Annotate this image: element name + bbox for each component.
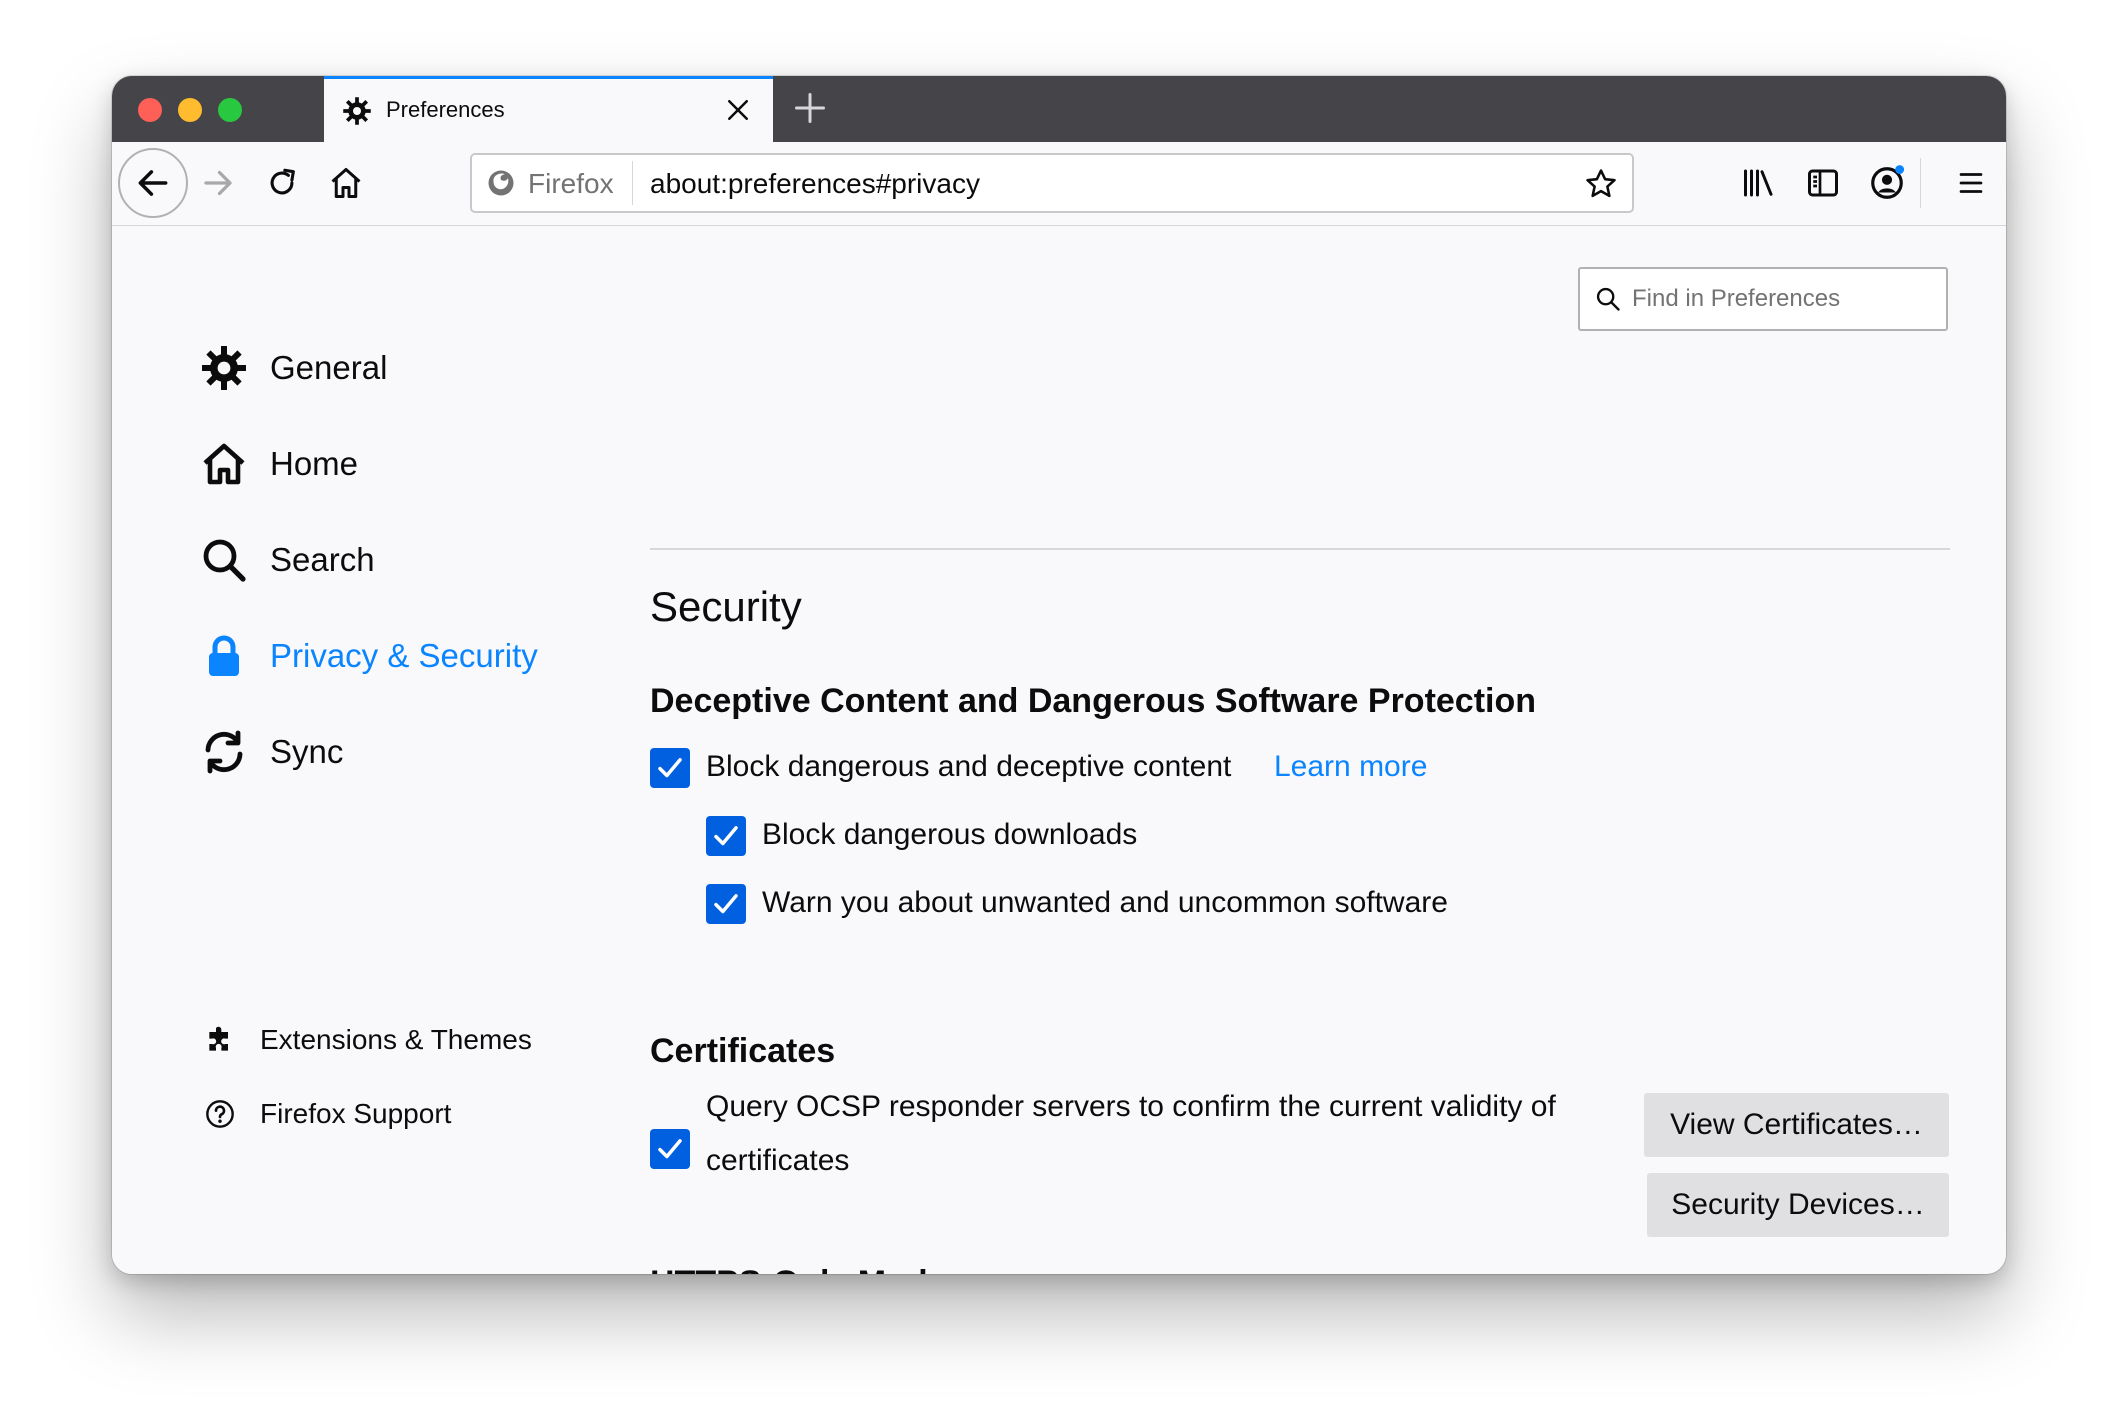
library-icon [1744,169,1773,197]
browser-window: Preferences Firefox about:preferences#pr… [112,76,2006,1274]
minimize-window-button[interactable] [178,98,202,122]
section-title: Security [650,583,802,630]
gear-icon [343,97,371,125]
help-icon [206,1100,234,1128]
ocsp-label: Query OCSP responder servers to confirm … [706,1090,1556,1177]
search-icon [1596,287,1620,311]
sidebar-item-home[interactable]: Home [200,434,358,494]
sidebar-item-search[interactable]: Search [200,530,375,590]
back-arrow-icon [138,170,168,196]
sidebar-button[interactable] [1802,162,1844,204]
sidebar-item-label: Privacy & Security [270,637,538,674]
security-devices-button[interactable]: Security Devices… [1647,1173,1949,1237]
sidebar-item-privacy-security[interactable]: Privacy & Security [200,626,538,686]
find-in-preferences[interactable] [1578,267,1948,331]
account-button[interactable] [1866,162,1908,204]
footer-link-label: Extensions & Themes [260,1024,532,1055]
search-icon [203,539,246,582]
puzzle-icon [209,1026,228,1051]
url-separator [632,161,633,205]
close-icon[interactable] [723,95,753,125]
firefox-identity-icon [488,170,514,196]
forward-arrow-icon [204,170,232,196]
close-window-button[interactable] [138,98,162,122]
view-certificates-button[interactable]: View Certificates… [1644,1093,1949,1157]
sync-icon [205,730,243,774]
sidebar-item-general[interactable]: General [200,338,387,398]
https-only-heading: HTTPS-Only Mode [650,1266,947,1274]
checkmark-icon [714,894,738,914]
new-tab-icon[interactable] [792,90,828,126]
checkmark-icon [714,826,738,846]
section-divider [650,548,1950,550]
learn-more-link[interactable]: Learn more [1274,750,1427,784]
toolbar-separator [1920,158,1921,208]
warn-unwanted-software-label: Warn you about unwanted and uncommon sof… [762,886,1448,919]
back-button[interactable] [118,148,188,218]
block-dangerous-downloads-label: Block dangerous downloads [762,818,1138,851]
ocsp-checkbox[interactable] [650,1129,690,1169]
identity-label: Firefox [528,168,614,199]
reload-icon [270,168,295,195]
sidebar-item-label: Search [270,541,375,578]
checkmark-icon [658,1139,682,1159]
warn-unwanted-software-checkbox[interactable] [706,884,746,924]
tab-preferences[interactable]: Preferences [324,76,773,142]
checkmark-icon [658,758,682,778]
gear-icon [202,346,246,390]
tab-title: Preferences [386,97,505,122]
block-dangerous-downloads-checkbox[interactable] [706,816,746,856]
lock-icon [209,635,239,676]
sidebar-item-sync[interactable]: Sync [200,722,343,782]
search-input[interactable] [1632,279,1932,319]
sidebar-item-label: Sync [270,733,344,770]
home-icon [331,168,361,198]
sidebar-item-label: Home [270,445,359,482]
home-icon [203,443,245,485]
sidebar-item-label: General [270,349,388,386]
firefox-support-link[interactable]: Firefox Support [204,1091,451,1137]
sidebar-icon [1808,169,1838,197]
tab-strip: Preferences [112,76,2006,142]
url-text[interactable]: about:preferences#privacy [650,168,980,200]
hamburger-menu-icon [1959,173,1983,193]
library-button[interactable] [1738,162,1780,204]
extensions-themes-link[interactable]: Extensions & Themes [204,1017,532,1063]
forward-button[interactable] [198,163,238,203]
certificates-heading: Certificates [650,1032,836,1070]
url-bar[interactable]: Firefox about:preferences#privacy [470,153,1634,213]
account-icon [1871,165,1905,199]
block-deceptive-content-label: Block dangerous and deceptive content [706,750,1232,783]
bookmark-star-icon[interactable] [1584,167,1618,201]
deceptive-content-heading: Deceptive Content and Dangerous Software… [650,682,1537,720]
navigation-toolbar: Firefox about:preferences#privacy [112,142,2006,226]
menu-button[interactable] [1950,162,1992,204]
footer-link-label: Firefox Support [260,1098,452,1129]
preferences-content: General Home Search Privacy & Security [112,226,2006,1274]
zoom-window-button[interactable] [218,98,242,122]
block-deceptive-content-checkbox[interactable] [650,748,690,788]
reload-button[interactable] [262,163,302,203]
home-button[interactable] [326,163,366,203]
